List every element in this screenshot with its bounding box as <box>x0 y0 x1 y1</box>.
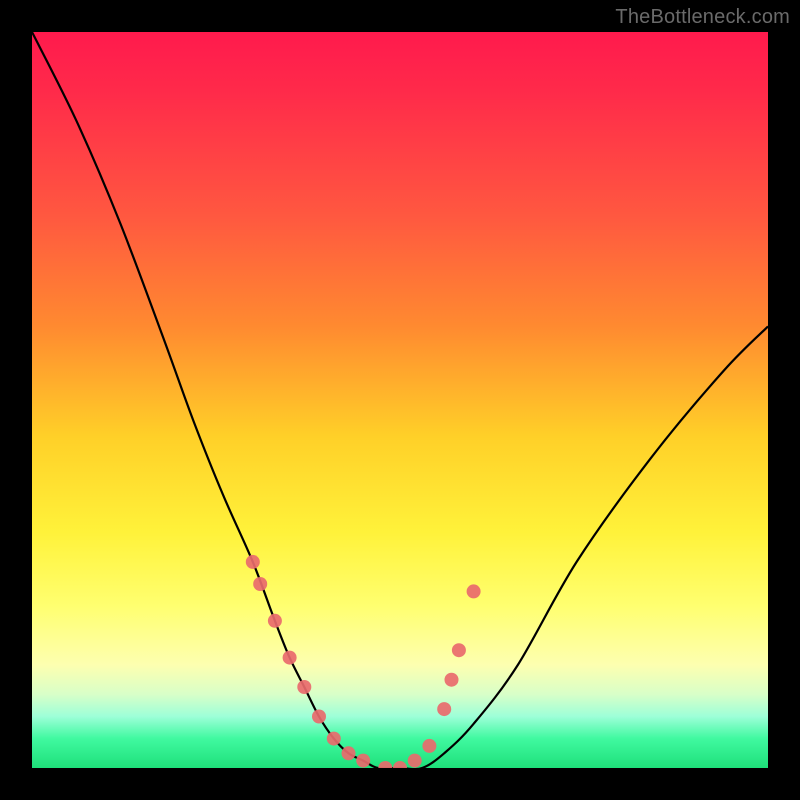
plot-area <box>32 32 768 768</box>
marker-dot <box>283 651 297 665</box>
watermark-text: TheBottleneck.com <box>615 6 790 29</box>
marker-dot <box>246 555 260 569</box>
chart-frame: TheBottleneck.com <box>0 0 800 800</box>
marker-dot <box>437 702 451 716</box>
marker-dot <box>467 584 481 598</box>
bottleneck-curve <box>32 32 768 768</box>
marker-dot <box>422 739 436 753</box>
marker-dot <box>356 754 370 768</box>
marker-dot <box>268 614 282 628</box>
marker-dot <box>342 746 356 760</box>
curve-layer <box>32 32 768 768</box>
marker-dot <box>327 732 341 746</box>
marker-dot <box>445 673 459 687</box>
marker-dot <box>408 754 422 768</box>
marker-dot <box>452 643 466 657</box>
marker-dot <box>393 761 407 768</box>
marker-dot <box>312 710 326 724</box>
highlight-markers <box>246 555 481 768</box>
marker-dot <box>297 680 311 694</box>
marker-dot <box>253 577 267 591</box>
marker-dot <box>378 761 392 768</box>
